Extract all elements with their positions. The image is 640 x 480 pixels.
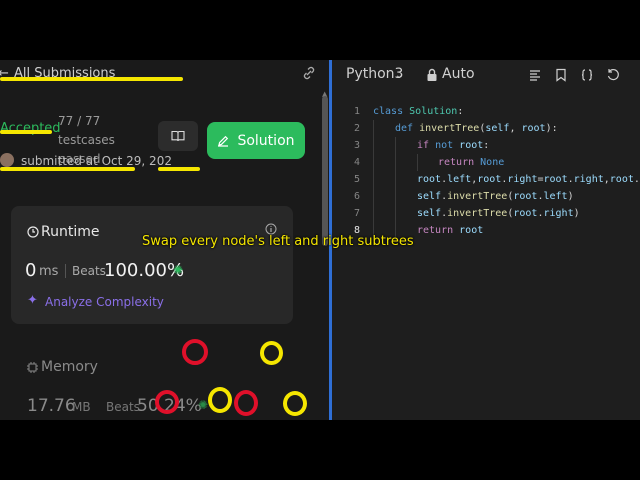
memory-value: 17.76: [27, 396, 76, 416]
frog-icon: ✺: [198, 398, 209, 412]
analyze-complexity-link[interactable]: Analyze Complexity: [45, 295, 164, 309]
clock-icon: [27, 226, 39, 238]
runtime-unit: ms: [39, 264, 59, 279]
autocomplete-mode[interactable]: Auto: [442, 66, 475, 82]
divider: [65, 264, 66, 278]
annotation-circle-red: [182, 339, 208, 365]
bookmark-icon[interactable]: [554, 68, 568, 82]
reset-icon[interactable]: [606, 68, 620, 82]
code-line[interactable]: self.invertTree(root.right): [417, 208, 580, 219]
code-line[interactable]: root.left,root.right=root.right,root.lef…: [417, 174, 640, 185]
indent-guide: [417, 154, 418, 171]
code-line[interactable]: return root: [417, 225, 483, 236]
solution-button-label: Solution: [237, 132, 295, 149]
link-icon[interactable]: [302, 66, 316, 80]
runtime-value: 0: [25, 260, 37, 281]
annotation-circle-yellow: [283, 391, 307, 416]
code-line[interactable]: if not root:: [417, 140, 489, 151]
annotation-circle-red: [234, 390, 258, 416]
code-line[interactable]: def invertTree(self, root):: [395, 123, 558, 134]
line-number: 4: [353, 157, 360, 168]
caption-text: Swap every node's left and right subtree…: [142, 234, 414, 249]
memory-label: Memory: [41, 359, 98, 375]
braces-icon[interactable]: [580, 68, 594, 82]
line-number: 5: [353, 174, 360, 185]
book-icon: [171, 130, 185, 142]
runtime-label: Runtime: [41, 224, 100, 240]
line-number: 2: [353, 123, 360, 134]
annotation-circle-yellow: [208, 387, 232, 413]
solution-button[interactable]: Solution: [207, 122, 305, 159]
annotation-circle-red: [155, 390, 179, 414]
line-number: 7: [353, 208, 360, 219]
highlight-underline: [158, 167, 200, 171]
memory-beats-label: Beats: [106, 400, 140, 414]
indent-guide: [373, 120, 374, 240]
line-number: 1: [353, 106, 360, 117]
highlight-underline: [0, 167, 135, 171]
frog-icon: ✺: [173, 263, 184, 277]
sparkle-icon: ✦: [27, 293, 38, 308]
line-number: 3: [353, 140, 360, 151]
line-number: 6: [353, 191, 360, 202]
code-line[interactable]: return None: [438, 157, 504, 168]
annotation-circle-yellow: [260, 341, 283, 365]
highlight-underline: [0, 77, 183, 81]
screen-frame: ← All Submissions Accepted 77 / 77 testc…: [0, 60, 640, 420]
code-line[interactable]: class Solution:: [373, 106, 463, 117]
runtime-beats-label: Beats: [72, 264, 106, 278]
lock-icon: [427, 68, 437, 81]
editorial-button[interactable]: [158, 121, 198, 151]
code-line[interactable]: self.invertTree(root.left): [417, 191, 574, 202]
format-icon[interactable]: [528, 68, 542, 82]
indent-guide: [395, 137, 396, 240]
memory-unit: MB: [72, 400, 91, 414]
chevron-down-icon[interactable]: ⌄: [395, 70, 403, 81]
highlight-underline: [0, 130, 52, 134]
memory-icon: [27, 362, 38, 373]
avatar: [0, 153, 14, 167]
scrollbar[interactable]: [322, 96, 328, 246]
submitted-at: submitted at Oct 29, 202: [21, 154, 172, 168]
edit-icon: [218, 135, 229, 147]
